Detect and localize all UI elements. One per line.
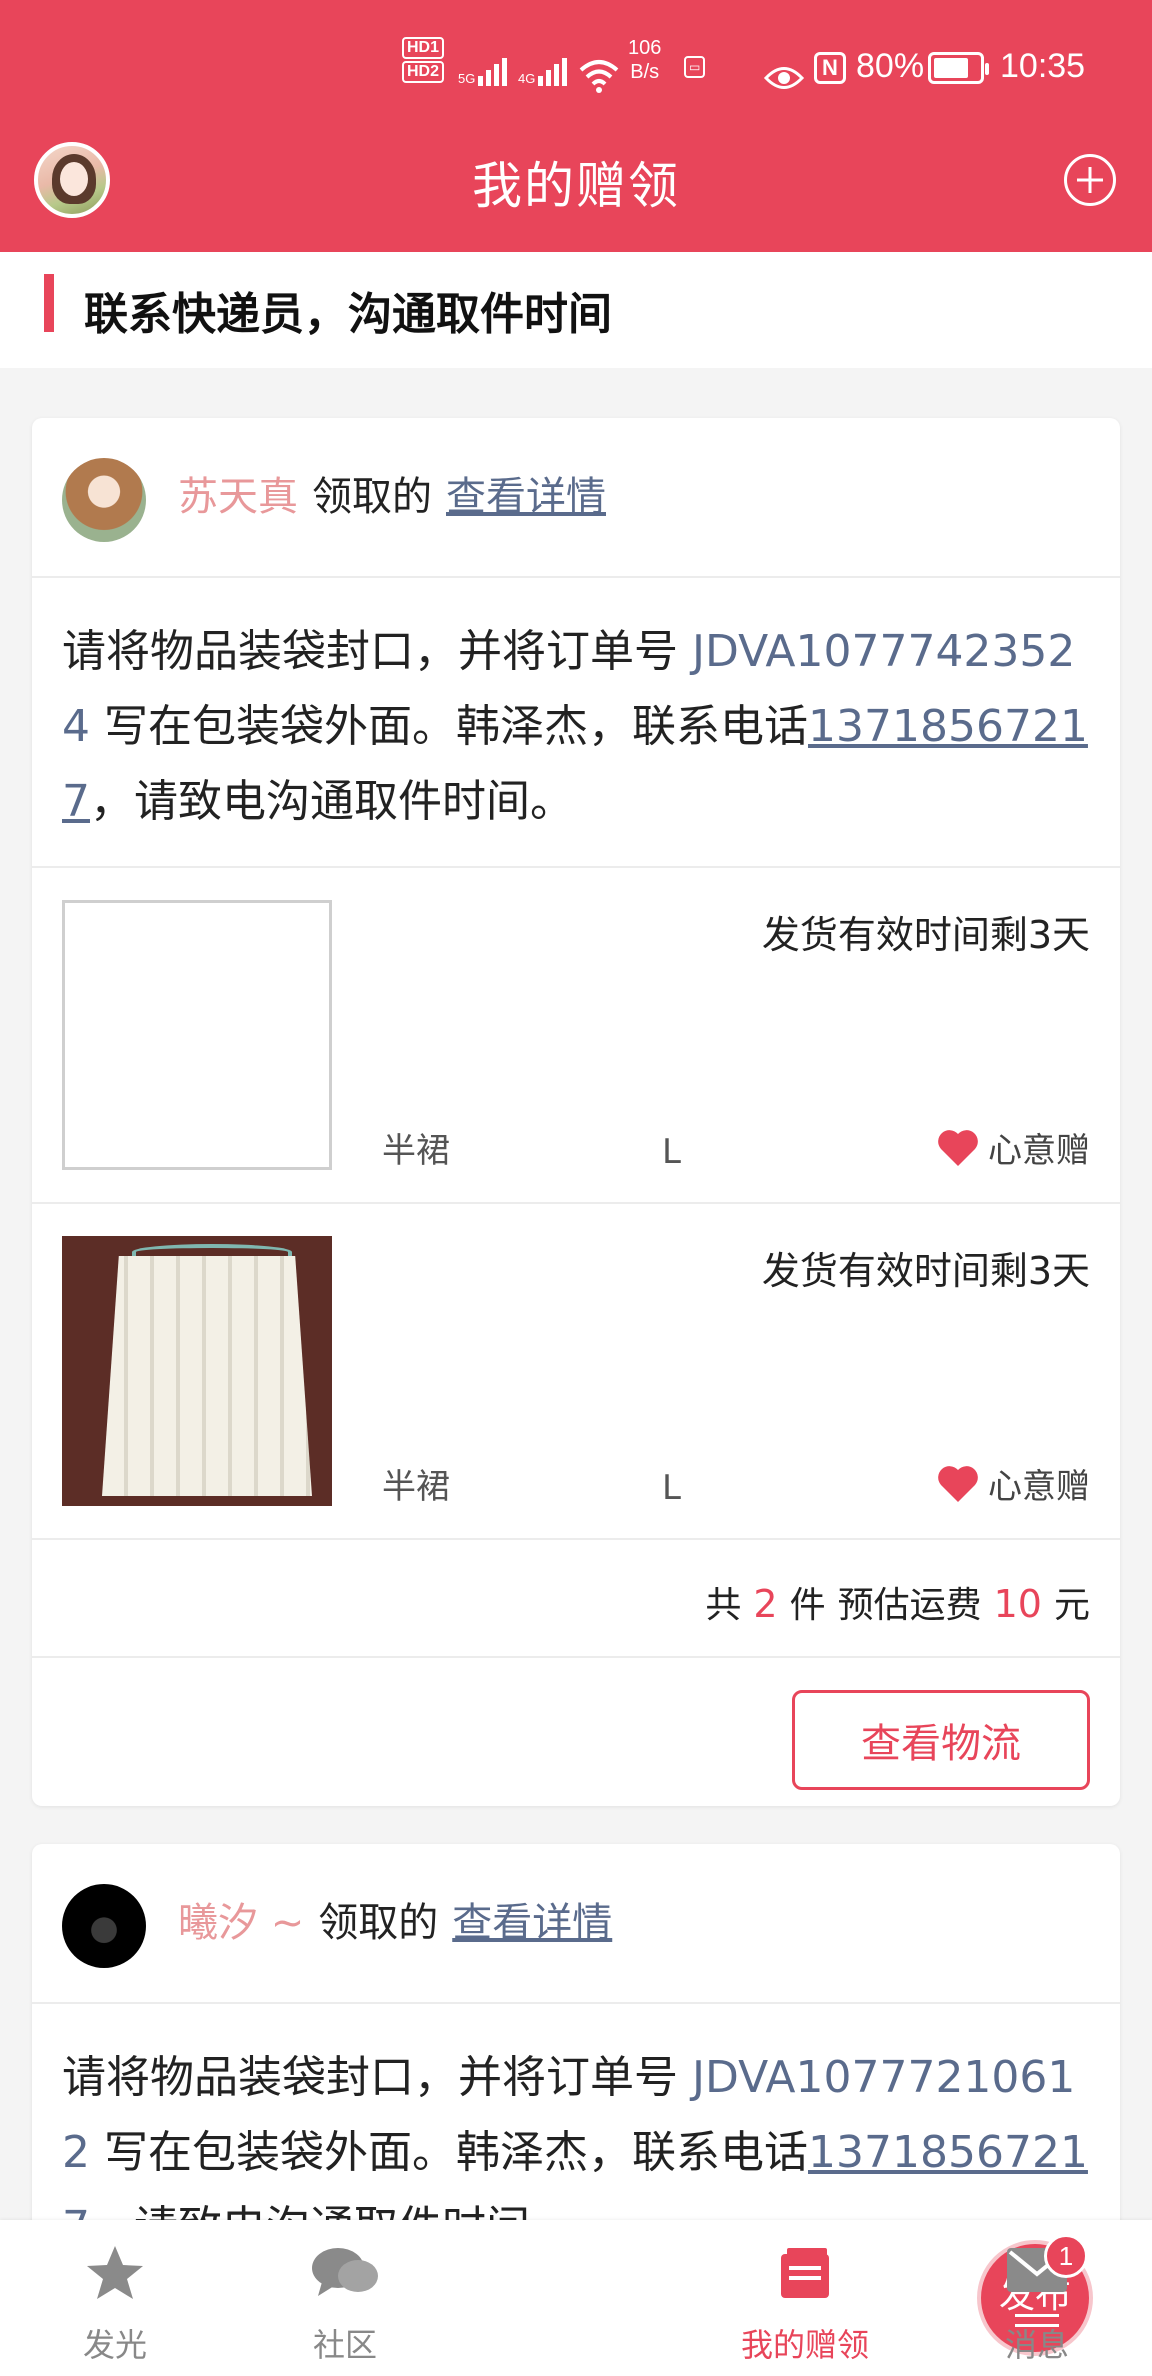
shipping-fee-label: 预估运费 [837,1585,982,1626]
view-details-link[interactable]: 查看详情 [446,464,606,522]
card-actions: 查看物流 [32,1658,1120,1806]
chat-bubbles-icon [312,2248,378,2296]
tab-messages[interactable]: 1 消息 [922,2220,1152,2376]
unread-badge: 1 [1044,2234,1088,2278]
shipping-fee-unit: 元 [1053,1585,1090,1626]
app-header: HD1 HD2 5G 4G 106 B/s ▭ N 80% 10:35 我的赠领 [0,0,1152,252]
item-size: L [662,1132,681,1172]
gift-box-icon [781,2248,829,2298]
message-text: 请将物品装袋封口，并将订单号 [62,626,692,677]
card-header: 曦汐 ~ 领取的 查看详情 [32,1844,1120,2004]
tab-label: 我的赠领 [740,2326,869,2364]
heart-icon [938,1465,978,1502]
shipping-deadline: 发货有效时间剩3天 [761,1249,1090,1293]
item-row[interactable]: 发货有效时间剩3天 半裙 L 心意赠 [32,868,1120,1204]
item-count: 2 [753,1582,778,1626]
gift-tag-label: 心意赠 [988,1467,1090,1507]
tab-label: 发光 [82,2326,147,2364]
signal-icon: 4G [518,36,568,96]
message-text: 写在包装袋外面。韩泽杰，联系电话 [90,701,808,752]
star-icon [87,2246,143,2299]
user-name[interactable]: 苏天真 [178,464,298,522]
item-thumbnail[interactable] [62,1236,332,1506]
signal-icon: 5G [458,36,508,96]
tab-glow[interactable]: 发光 [0,2220,230,2376]
section-heading: 联系快递员，沟通取件时间 [0,252,1152,368]
page-title: 我的赠领 [472,157,680,215]
network-2-label: 4G [518,71,536,86]
claim-verb: 领取的 [312,474,432,520]
tab-publish[interactable]: 发布 [460,2220,1093,2376]
summary-prefix: 共 [705,1585,742,1626]
shipping-deadline: 发货有效时间剩3天 [761,913,1090,957]
instruction-message: 请将物品装袋封口，并将订单号 JDVA10777423524 写在包装袋外面。韩… [32,578,1120,868]
order-summary: 共 2 件 预估运费 10 元 [32,1540,1120,1658]
tab-my-gifts[interactable]: 我的赠领 [690,2220,920,2376]
claim-verb: 领取的 [318,1900,439,1946]
gift-tag-label: 心意赠 [988,1131,1090,1171]
heading-accent-bar [44,274,54,332]
add-icon[interactable] [1064,154,1116,206]
message-text: 请将物品装袋封口，并将订单号 [62,2052,692,2103]
battery-percent: 80% [856,46,925,85]
tab-label: 社区 [312,2326,377,2364]
speed-value: 106 [628,37,662,59]
item-thumbnail[interactable] [62,900,332,1170]
heart-icon [938,1129,978,1166]
hd-icon: HD1 HD2 [398,36,448,96]
wifi-icon [578,46,620,106]
speed-unit: B/s [630,61,660,83]
battery-icon [928,52,989,84]
eye-icon [764,48,806,108]
section-heading-text: 联系快递员，沟通取件时间 [84,289,612,340]
item-row[interactable]: 发货有效时间剩3天 半裙 L 心意赠 [32,1204,1120,1540]
gift-tag: 心意赠 [936,1123,1090,1172]
card-header: 苏天真 领取的 查看详情 [32,418,1120,578]
item-category: 半裙 [382,1467,450,1507]
message-text: 写在包装袋外面。韩泽杰，联系电话 [90,2127,808,2178]
item-size: L [662,1468,681,1508]
nfc-icon: N [814,52,846,84]
user-avatar[interactable] [62,458,146,542]
shipping-fee: 10 [993,1582,1042,1626]
network-speed: 106 B/s [628,36,661,96]
user-avatar[interactable] [62,1884,146,1968]
message-text: ，请致电沟通取件时间。 [90,776,574,827]
clock: 10:35 [1000,46,1086,85]
bottom-tab-bar: 发光 社区 发布 我的赠领 1 消息 [0,2220,1152,2376]
view-details-link[interactable]: 查看详情 [452,1890,612,1948]
user-name[interactable]: 曦汐 ~ [178,1890,304,1948]
tab-community[interactable]: 社区 [230,2220,460,2376]
view-logistics-button[interactable]: 查看物流 [792,1690,1090,1790]
gift-tag: 心意赠 [936,1459,1090,1508]
claim-card: 苏天真 领取的 查看详情 请将物品装袋封口，并将订单号 JDVA10777423… [32,418,1120,1806]
network-1-label: 5G [458,71,476,86]
tab-label: 消息 [1004,2326,1069,2364]
item-count-unit: 件 [789,1585,826,1626]
item-category: 半裙 [382,1131,450,1171]
hotspot-icon: ▭ [684,56,706,78]
status-bar: HD1 HD2 5G 4G 106 B/s ▭ N 80% 10:35 [0,0,1152,132]
